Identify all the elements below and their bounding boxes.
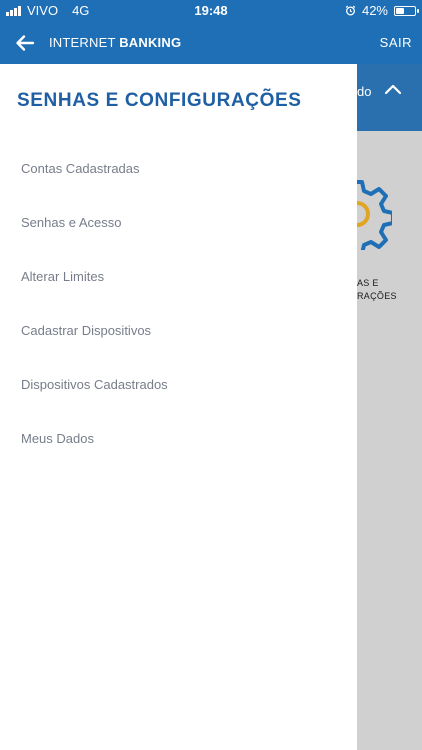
exit-button[interactable]: SAIR (380, 35, 412, 50)
background-content (357, 64, 422, 750)
battery-icon (394, 5, 419, 16)
app-title-bold: BANKING (119, 35, 182, 50)
app-title-regular: INTERNET (49, 35, 120, 50)
background-caption-line1: AS E (357, 278, 379, 288)
battery-percent: 42% (361, 3, 388, 18)
battery-fill (396, 7, 405, 14)
app-header: INTERNET BANKING SAIR (0, 22, 422, 64)
chevron-up-icon[interactable] (384, 82, 402, 96)
background-caption-line2: RAÇÕES (357, 291, 397, 301)
app-title: INTERNET BANKING (49, 35, 181, 50)
alarm-icon (345, 5, 356, 16)
background-section-label: do (357, 84, 372, 99)
arrow-left-icon[interactable] (14, 32, 36, 54)
side-drawer: SENHAS E CONFIGURAÇÕES Contas Cadastrada… (0, 64, 357, 750)
background-caption: AS E RAÇÕES (357, 277, 397, 303)
top-bar: VIVO 4G 19:48 42% INTERNET BANKING SAIR (0, 0, 422, 64)
menu-item-dispositivos-cadastrados[interactable]: Dispositivos Cadastrados (21, 377, 168, 392)
status-bar: VIVO 4G 19:48 42% (0, 0, 422, 22)
drawer-title: SENHAS E CONFIGURAÇÕES (17, 90, 302, 111)
menu-item-cadastrar-dispositivos[interactable]: Cadastrar Dispositivos (21, 323, 151, 338)
menu-item-contas-cadastradas[interactable]: Contas Cadastradas (21, 161, 140, 176)
menu-item-meus-dados[interactable]: Meus Dados (21, 431, 94, 446)
menu-item-senhas-e-acesso[interactable]: Senhas e Acesso (21, 215, 121, 230)
status-right: 42% (345, 3, 419, 18)
menu-item-alterar-limites[interactable]: Alterar Limites (21, 269, 104, 284)
